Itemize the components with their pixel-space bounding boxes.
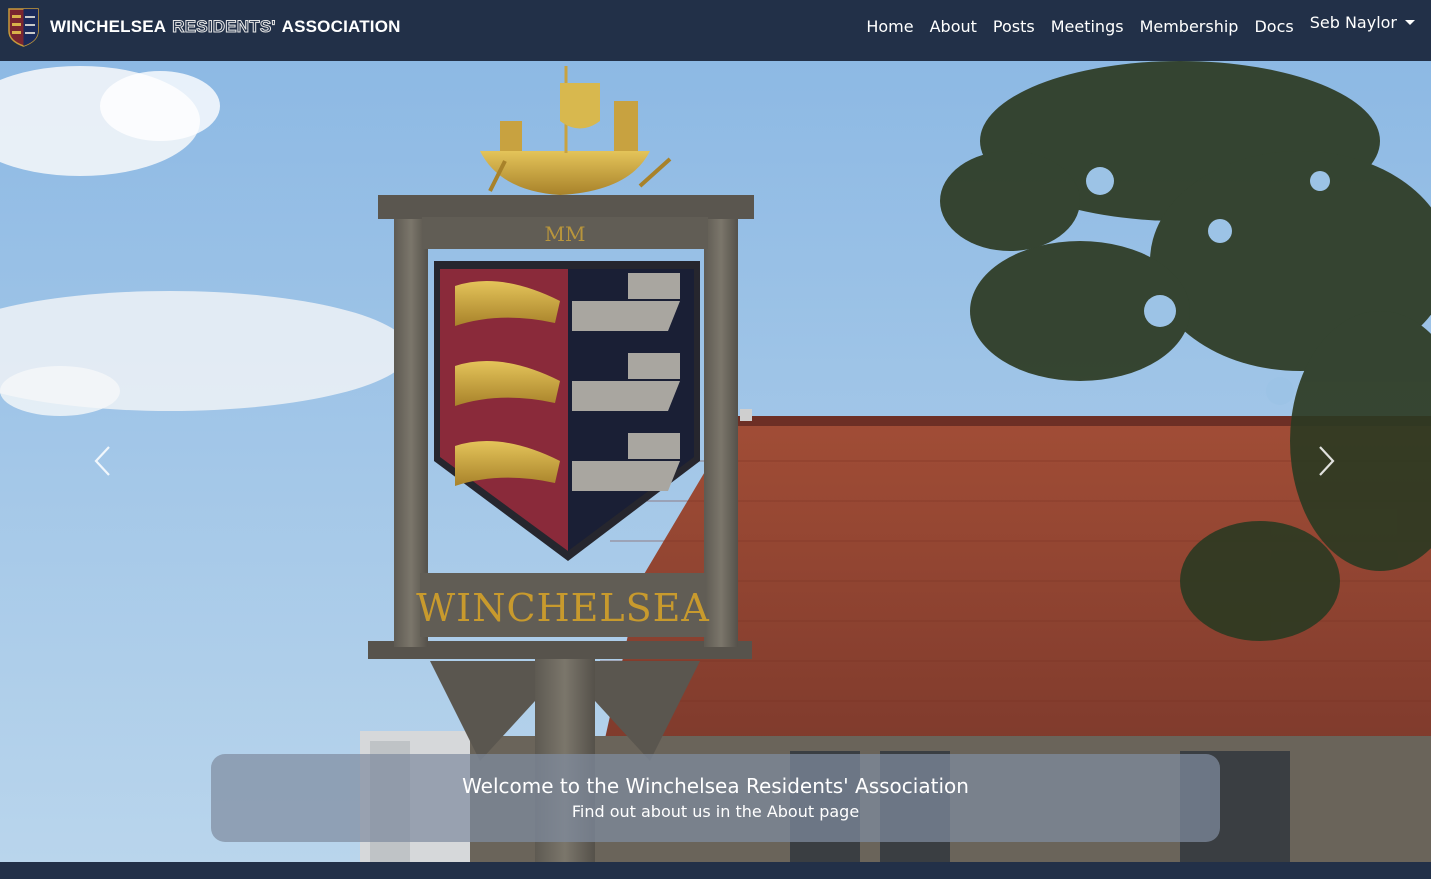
brand-title: WINCHELSEA RESIDENTS' ASSOCIATION xyxy=(50,17,401,37)
hero-image: MM WINCHELSEA xyxy=(0,61,1431,862)
caption-subtitle: Find out about us in the About page xyxy=(571,802,860,821)
nav-home[interactable]: Home xyxy=(866,17,913,36)
user-name: Seb Naylor xyxy=(1309,13,1397,32)
hero-carousel: MM WINCHELSEA Welcome to the Winchelsea … xyxy=(0,61,1431,862)
main-nav: Home About Posts Meetings Membership Doc… xyxy=(850,13,1415,36)
nav-posts[interactable]: Posts xyxy=(993,17,1035,36)
sign-top-text: MM xyxy=(545,222,586,246)
navbar: WINCHELSEA RESIDENTS' ASSOCIATION Home Abo… xyxy=(0,0,1431,61)
caption-title: Welcome to the Winchelsea Residents' Ass… xyxy=(462,774,969,798)
user-menu-toggle[interactable]: Seb Naylor xyxy=(1310,13,1415,32)
sign-name-text: WINCHELSEA xyxy=(416,586,710,630)
page-bottom-strip xyxy=(0,862,1431,879)
brand-word-1: WINCHELSEA xyxy=(50,17,167,36)
brand-word-3: ASSOCIATION xyxy=(281,17,401,36)
winchelsea-shield-icon xyxy=(8,8,39,47)
caret-down-icon xyxy=(1405,20,1415,25)
nav-membership[interactable]: Membership xyxy=(1140,17,1239,36)
brand-link[interactable]: WINCHELSEA RESIDENTS' ASSOCIATION xyxy=(8,6,401,48)
chevron-right-icon[interactable] xyxy=(1306,441,1346,481)
carousel-caption: Welcome to the Winchelsea Residents' Ass… xyxy=(211,754,1220,842)
brand-word-2: RESIDENTS' xyxy=(172,17,276,37)
nav-docs[interactable]: Docs xyxy=(1254,17,1293,36)
nav-meetings[interactable]: Meetings xyxy=(1051,17,1124,36)
nav-about[interactable]: About xyxy=(930,17,977,36)
chevron-left-icon[interactable] xyxy=(83,441,123,481)
